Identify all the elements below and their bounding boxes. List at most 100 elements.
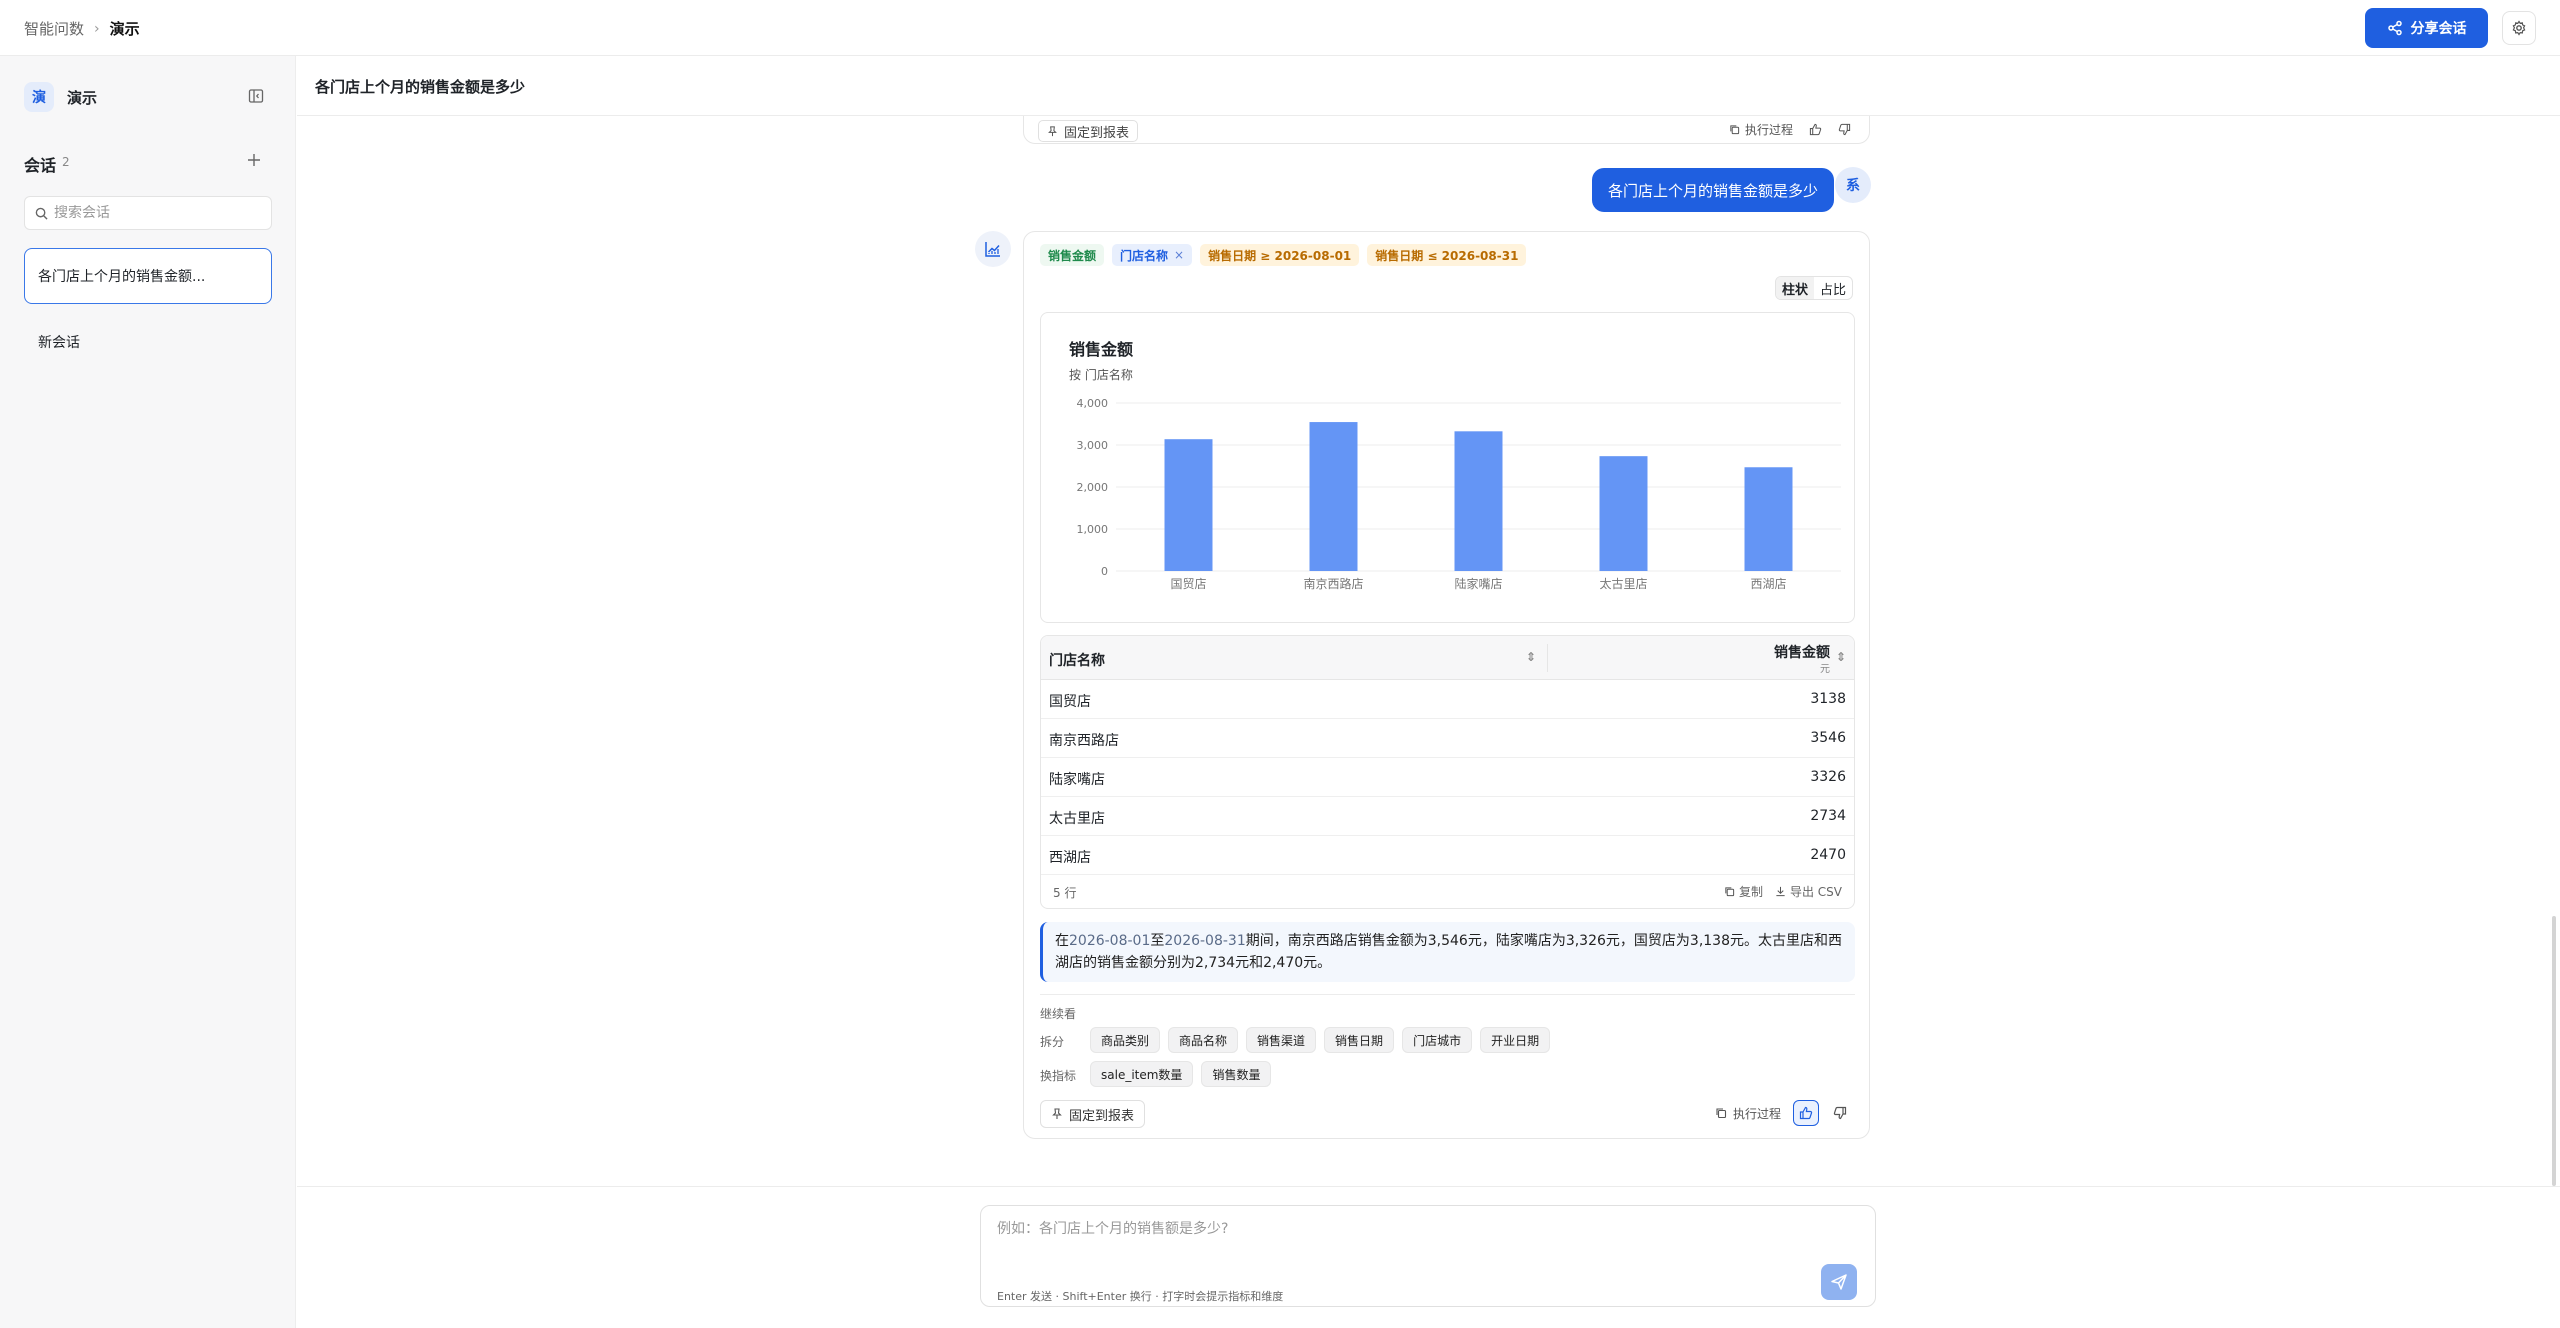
composer: Enter 发送 · Shift+Enter 换行 · 打字时会提示指标和维度: [980, 1205, 1876, 1307]
column-header-store[interactable]: 门店名称: [1049, 650, 1105, 670]
workspace-name: 演示: [67, 89, 98, 107]
share-session-button[interactable]: 分享会话: [2365, 8, 2488, 48]
x-tick-label: 西湖店: [1750, 576, 1786, 591]
session-search: [24, 196, 272, 230]
session-item-label: 新会话: [38, 335, 80, 351]
question-input[interactable]: [997, 1218, 1797, 1242]
collapse-sidebar-button[interactable]: [246, 86, 266, 106]
send-icon: [1831, 1274, 1847, 1290]
bar[interactable]: [1744, 467, 1793, 571]
breakdown-chip[interactable]: 商品类别: [1090, 1027, 1161, 1053]
breadcrumb-root[interactable]: 智能问数: [24, 18, 84, 39]
breadcrumb-current: 演示: [109, 20, 140, 38]
continue-label: 继续看: [1040, 1007, 1077, 1021]
copy-table-button[interactable]: 复制: [1724, 883, 1763, 900]
pin-icon: [1048, 125, 1057, 136]
metric-chip[interactable]: sale_item数量: [1090, 1061, 1194, 1087]
settings-button[interactable]: [2502, 11, 2536, 45]
filter-tag-end-label: 销售日期 ≤ 2026-08-31: [1375, 248, 1519, 263]
table-row: 太古里店 2734: [1041, 797, 1854, 836]
cell-sales-amount: 2734: [1810, 808, 1846, 824]
chart-view-switch: 柱状 占比: [1774, 276, 1853, 300]
breakdown-chip[interactable]: 销售日期: [1324, 1027, 1395, 1053]
table-row: 陆家嘴店 3326: [1041, 758, 1854, 797]
metric-tag-label: 销售金额: [1048, 248, 1097, 263]
chart-panel: 销售金额 按 门店名称 国贸店 南京西路店 陆家嘴店 太古里店 西湖店 0 1,000 2,…: [1040, 312, 1855, 623]
send-button[interactable]: [1821, 1264, 1857, 1300]
new-session-button[interactable]: [244, 150, 264, 170]
thumbs-down-button[interactable]: [1827, 1100, 1853, 1126]
y-tick-label: 2,000: [1077, 481, 1109, 494]
column-header-sales[interactable]: 销售金额 元: [1774, 642, 1830, 675]
plus-icon: [248, 154, 260, 166]
filter-tag-end[interactable]: 销售日期 ≤ 2026-08-31: [1367, 244, 1527, 266]
x-tick-label: 国贸店: [1170, 577, 1206, 591]
sort-icon[interactable]: ⇕: [1526, 650, 1536, 664]
switch-metric-chips: sale_item数量 销售数量: [1090, 1061, 1272, 1087]
previous-trace-button[interactable]: 执行过程: [1729, 121, 1793, 138]
pin-to-report-button[interactable]: 固定到报表: [1040, 1100, 1146, 1128]
export-csv-button[interactable]: 导出 CSV: [1775, 883, 1842, 900]
bar-chart: 销售金额 按 门店名称 国贸店 南京西路店 陆家嘴店 太古里店 西湖店 0 1,000 2,…: [1069, 340, 1841, 591]
bar[interactable]: [1309, 422, 1358, 571]
breadcrumb: 智能问数 › 演示: [24, 18, 140, 39]
answer-summary: 在2026-08-01至2026-08-31期间，南京西路店销售金额为3,546…: [1040, 922, 1855, 982]
answer-card: 销售金额 门店名称 × 销售日期 ≥ 2026-08-01 销售日期 ≤ 202…: [1023, 231, 1870, 1139]
breakdown-chip[interactable]: 商品名称: [1168, 1027, 1239, 1053]
view-option-bar[interactable]: 柱状: [1775, 277, 1814, 299]
summary-end-date: 2026-08-31: [1164, 933, 1246, 949]
y-tick-label: 1,000: [1077, 523, 1109, 536]
sort-icon[interactable]: ⇕: [1836, 650, 1846, 664]
summary-start-date: 2026-08-01: [1069, 933, 1151, 949]
metric-chip[interactable]: 销售数量: [1201, 1061, 1272, 1087]
previous-thumbs-up-icon[interactable]: [1809, 123, 1822, 136]
chart-subtitle: 按 门店名称: [1069, 367, 1133, 382]
breakdown-chip[interactable]: 销售渠道: [1246, 1027, 1317, 1053]
gear-icon: [2512, 20, 2526, 36]
search-icon: [35, 207, 48, 220]
metric-tag[interactable]: 销售金额: [1040, 244, 1105, 266]
previous-pin-to-report-button[interactable]: 固定到报表: [1038, 120, 1139, 142]
session-item-active[interactable]: 各门店上个月的销售金额...: [24, 248, 272, 304]
bar[interactable]: [1164, 439, 1213, 571]
copy-icon: [1730, 125, 1740, 135]
summary-text-2: 至: [1150, 933, 1165, 949]
session-search-input[interactable]: [54, 205, 254, 221]
filter-tag-start-label: 销售日期 ≥ 2026-08-01: [1208, 248, 1352, 263]
cell-sales-amount: 3138: [1810, 691, 1846, 707]
y-tick-label: 0: [1101, 565, 1108, 578]
session-item-new[interactable]: 新会话: [24, 314, 272, 370]
previous-answer-card: 固定到报表 执行过程: [1023, 116, 1870, 144]
remove-dimension-icon[interactable]: ×: [1174, 248, 1184, 262]
breakdown-label: 拆分: [1040, 1035, 1065, 1049]
bar[interactable]: [1454, 431, 1503, 571]
composer-hint: Enter 发送 · Shift+Enter 换行 · 打字时会提示指标和维度: [997, 1290, 1284, 1303]
execution-trace-button[interactable]: 执行过程: [1715, 1105, 1781, 1122]
switch-metric-label: 换指标: [1040, 1069, 1077, 1083]
cell-store-name: 西湖店: [1049, 850, 1091, 866]
dimension-tag[interactable]: 门店名称 ×: [1112, 244, 1193, 266]
table-header: 门店名称 ⇕ 销售金额 元 ⇕: [1041, 636, 1854, 680]
thumbs-up-button[interactable]: [1793, 1100, 1819, 1126]
cell-store-name: 南京西路店: [1049, 733, 1119, 749]
share-icon: [2387, 20, 2402, 36]
summary-text-1: 在: [1055, 933, 1069, 949]
bar[interactable]: [1599, 456, 1648, 571]
filter-tag-start[interactable]: 销售日期 ≥ 2026-08-01: [1200, 244, 1360, 266]
assistant-avatar: [975, 231, 1011, 267]
previous-thumbs-down-icon[interactable]: [1838, 123, 1851, 136]
export-csv-label: 导出 CSV: [1789, 885, 1842, 899]
chat-scrollbar[interactable]: [2552, 916, 2556, 1186]
share-session-label: 分享会话: [2410, 21, 2467, 37]
breakdown-chips: 商品类别 商品名称 销售渠道 销售日期 门店城市 开业日期: [1090, 1027, 1551, 1053]
query-tags: 销售金额 门店名称 × 销售日期 ≥ 2026-08-01 销售日期 ≤ 202…: [1040, 244, 1527, 266]
cell-sales-amount: 3546: [1810, 730, 1846, 746]
table-footer: 5 行 复制 导出 CSV: [1041, 875, 1854, 905]
column-divider: [1547, 644, 1548, 672]
breakdown-chip[interactable]: 门店城市: [1402, 1027, 1473, 1053]
dimension-tag-label: 门店名称: [1120, 248, 1169, 263]
breakdown-chip[interactable]: 开业日期: [1480, 1027, 1551, 1053]
breadcrumb-separator-icon: ›: [94, 20, 100, 37]
chart-title: 销售金额: [1069, 340, 1133, 359]
view-option-share[interactable]: 占比: [1814, 277, 1852, 299]
